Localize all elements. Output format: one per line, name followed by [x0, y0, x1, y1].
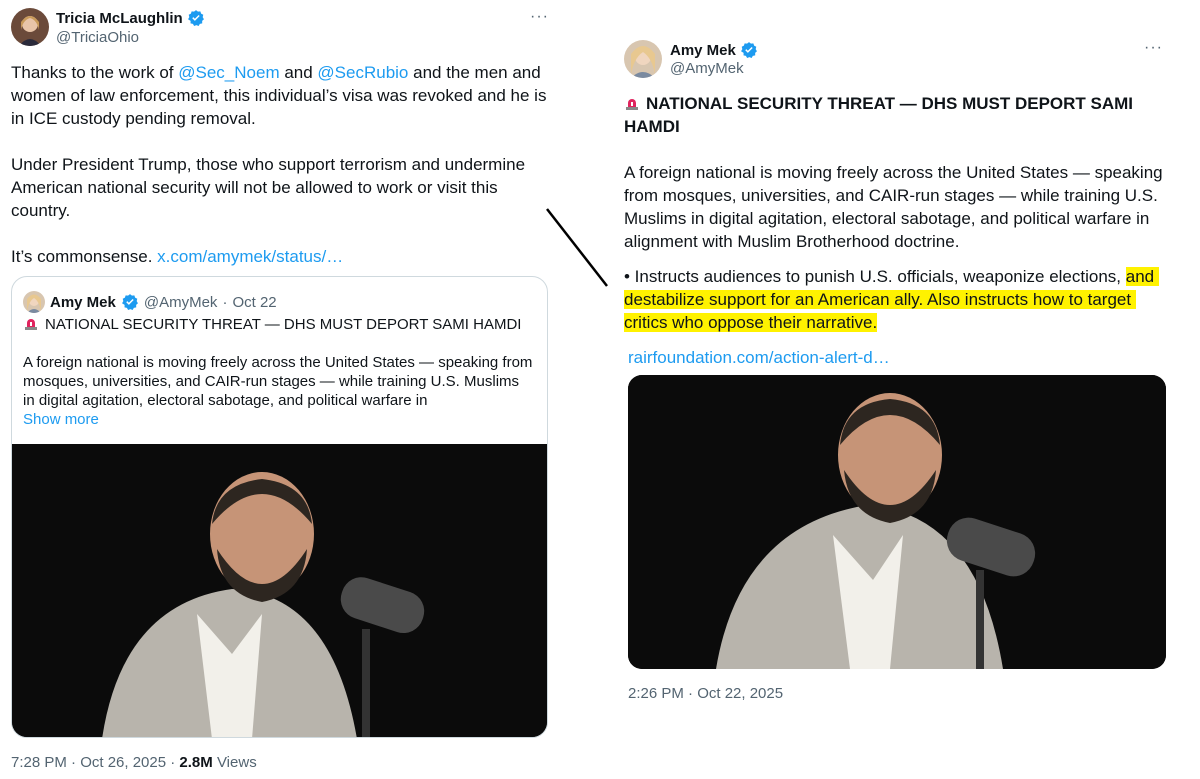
headline-row: NATIONAL SECURITY THREAT — DHS MUST DEPO…: [624, 92, 1164, 138]
bullet-plain: • Instructs audiences to punish U.S. off…: [624, 267, 1126, 286]
verified-badge-icon: [187, 10, 204, 27]
quote-body: NATIONAL SECURITY THREAT — DHS MUST DEPO…: [23, 315, 533, 429]
quoted-tweet[interactable]: Amy Mek @AmyMek · Oct 22 NATIONAL SECURI…: [11, 276, 548, 738]
tweet-body: NATIONAL SECURITY THREAT — DHS MUST DEPO…: [624, 92, 1164, 369]
quote-text: A foreign national is moving freely acro…: [23, 354, 533, 409]
tricia-avatar[interactable]: [11, 8, 49, 46]
amy-avatar[interactable]: [624, 40, 662, 78]
tweet-timestamp[interactable]: 7:28 PM · Oct 26, 2025 ·: [11, 754, 179, 771]
left-tweet: Tricia McLaughlin @TriciaOhio ··· Thanks…: [0, 0, 560, 779]
right-tweet: Amy Mek @AmyMek ··· NATIONAL SECURITY TH…: [612, 30, 1200, 730]
quote-headline-row: NATIONAL SECURITY THREAT — DHS MUST DEPO…: [23, 315, 533, 334]
verified-badge-icon: [121, 294, 138, 311]
author-name[interactable]: Amy Mek: [670, 42, 736, 59]
verified-badge-icon: [740, 42, 757, 59]
status-link[interactable]: x.com/amymek/status/…: [157, 247, 343, 266]
mention-sec-rubio[interactable]: @SecRubio: [317, 63, 408, 82]
separator-dot: ·: [222, 293, 228, 311]
views-count: 2.8M: [179, 754, 213, 771]
paragraph-3: It’s commonsense. x.com/amymek/status/…: [11, 245, 551, 268]
quote-author-handle[interactable]: @AmyMek: [144, 294, 218, 311]
quote-header: Amy Mek @AmyMek · Oct 22: [23, 291, 277, 313]
bullet-paragraph: • Instructs audiences to punish U.S. off…: [624, 265, 1164, 334]
speaker-image: [628, 375, 1166, 669]
author-handle[interactable]: @AmyMek: [670, 60, 744, 77]
article-link[interactable]: rairfoundation.com/action-alert-d…: [624, 346, 1164, 369]
tweet-body: Thanks to the work of @Sec_Noem and @Sec…: [11, 61, 551, 268]
paragraph-1: Thanks to the work of @Sec_Noem and @Sec…: [11, 61, 551, 130]
amy-avatar-small[interactable]: [23, 291, 45, 313]
tweet-meta: 7:28 PM · Oct 26, 2025 · 2.8M Views: [11, 754, 257, 771]
more-options-icon[interactable]: ···: [530, 8, 549, 26]
tweet-timestamp[interactable]: 2:26 PM · Oct 22, 2025: [628, 685, 783, 702]
mention-sec-noem[interactable]: @Sec_Noem: [178, 63, 279, 82]
video-thumbnail[interactable]: [628, 375, 1166, 669]
author-name-row: Tricia McLaughlin: [56, 9, 205, 27]
paragraph-2: Under President Trump, those who support…: [11, 155, 529, 220]
siren-emoji-icon: [626, 99, 638, 110]
author-name-row: Amy Mek: [670, 41, 758, 59]
headline: NATIONAL SECURITY THREAT — DHS MUST DEPO…: [624, 94, 1138, 136]
paragraph-1: A foreign national is moving freely acro…: [624, 163, 1168, 251]
quote-author-name[interactable]: Amy Mek: [50, 294, 116, 311]
text-span: It’s commonsense.: [11, 247, 158, 266]
author-name[interactable]: Tricia McLaughlin: [56, 10, 183, 27]
text-span: Thanks to the work of: [11, 63, 179, 82]
speaker-image: [12, 444, 547, 737]
views-label: Views: [212, 754, 257, 771]
quote-headline: NATIONAL SECURITY THREAT — DHS MUST DEPO…: [45, 316, 522, 333]
quote-video-thumbnail[interactable]: [12, 444, 547, 737]
more-options-icon[interactable]: ···: [1144, 39, 1163, 57]
author-handle[interactable]: @TriciaOhio: [56, 29, 139, 46]
quote-date[interactable]: Oct 22: [232, 294, 276, 311]
text-span: and: [279, 63, 318, 82]
connector-line: [546, 208, 608, 287]
siren-emoji-icon: [25, 319, 37, 330]
show-more-link[interactable]: Show more: [23, 410, 533, 429]
